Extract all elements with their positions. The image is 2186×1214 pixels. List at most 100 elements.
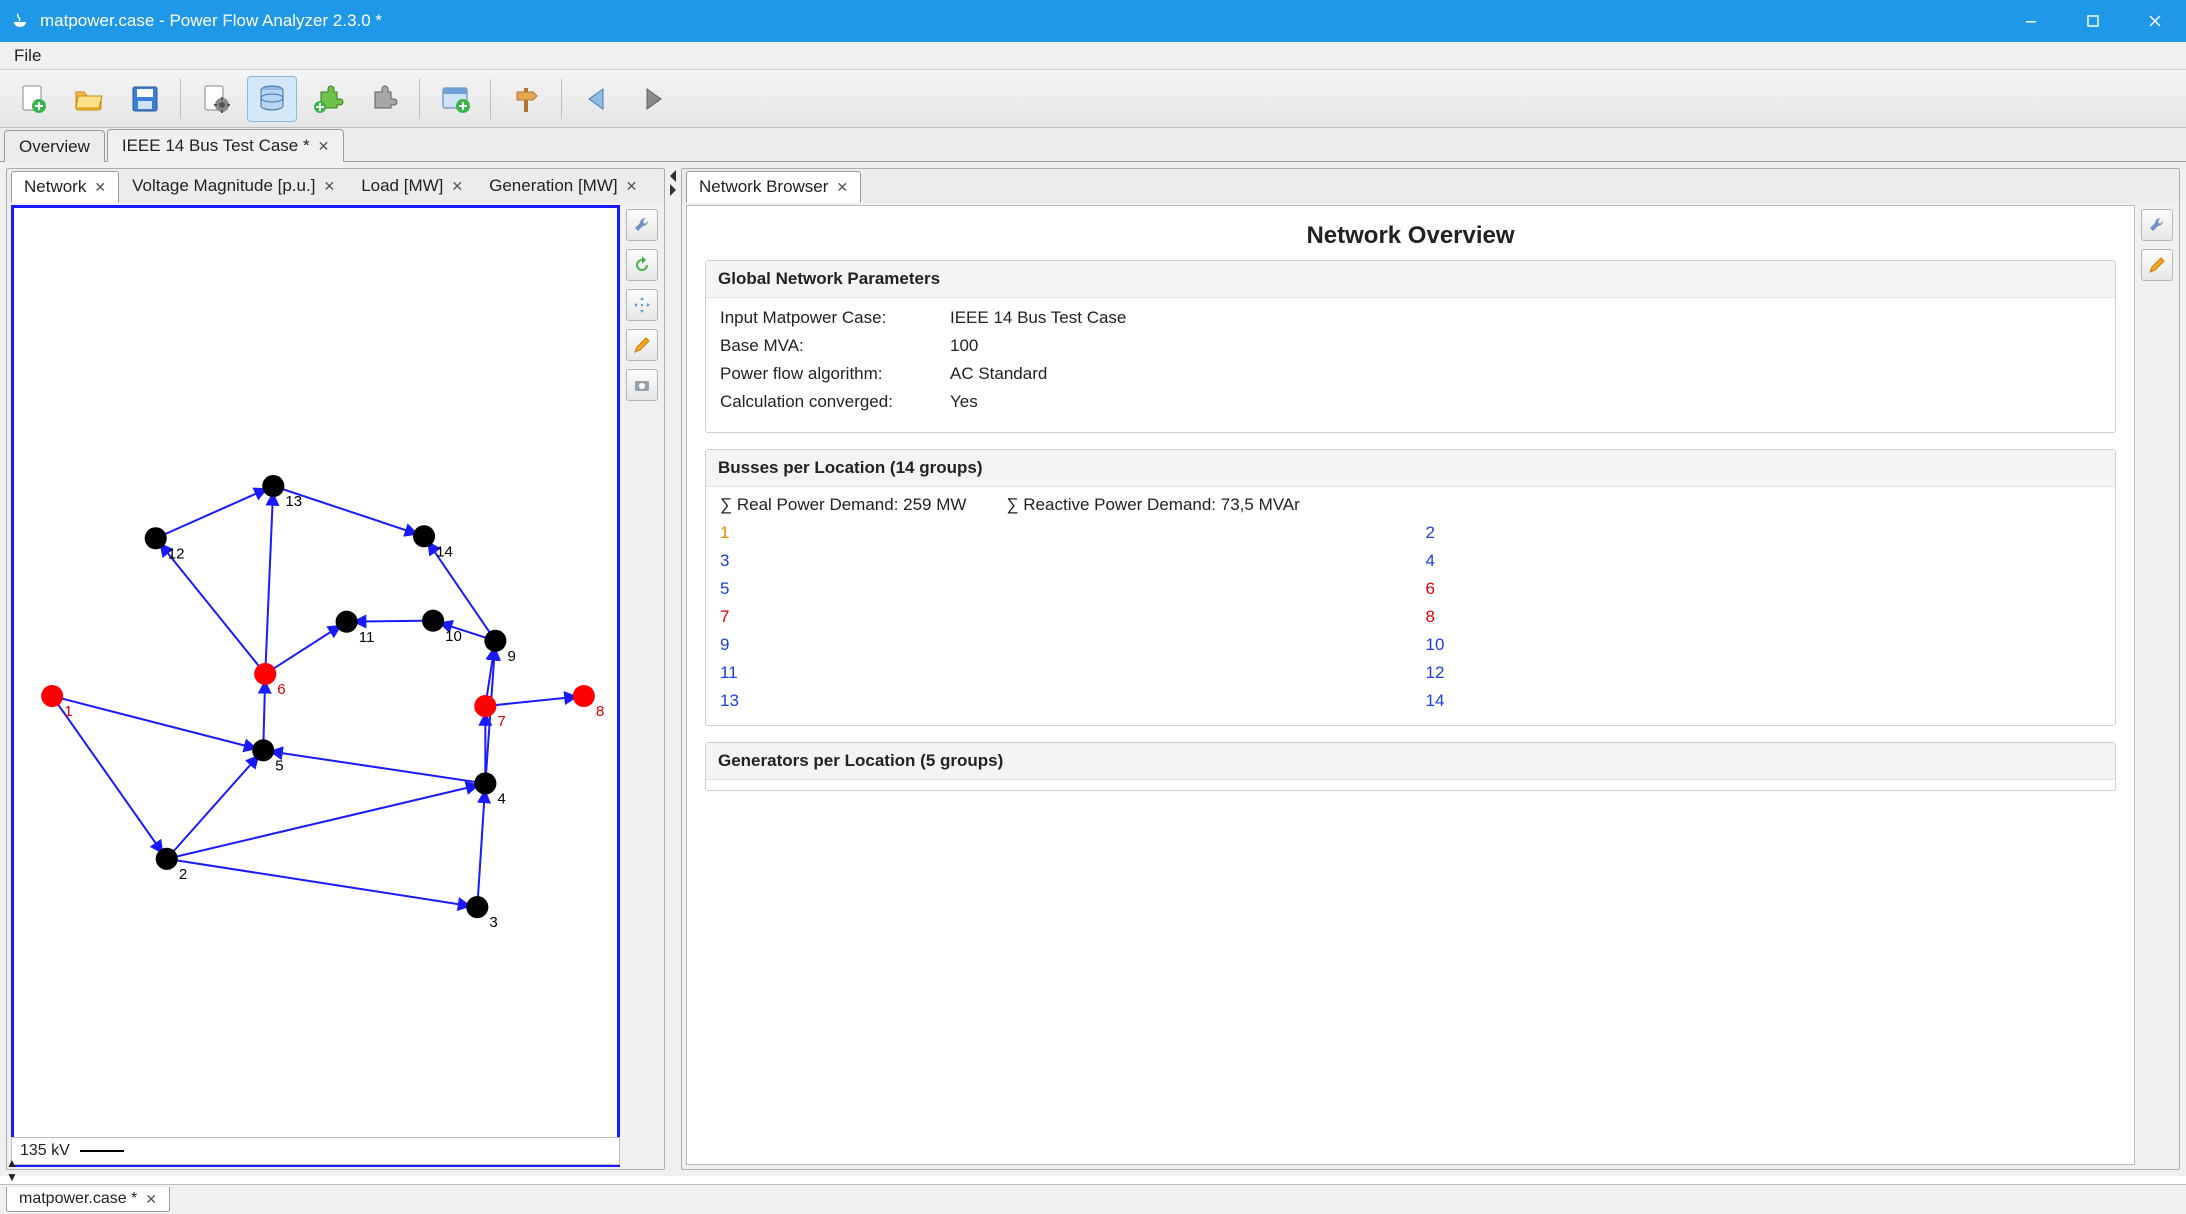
pencil-icon[interactable] (2141, 249, 2173, 281)
camera-icon[interactable] (626, 369, 658, 401)
bus-link-11[interactable]: 11 (720, 663, 1396, 683)
tab-label: matpower.case * (19, 1190, 137, 1208)
nav-forward-button[interactable] (628, 76, 678, 122)
edge-2-3[interactable] (167, 859, 478, 907)
param-value: Yes (950, 392, 2101, 412)
bus-link-8[interactable]: 8 (1426, 607, 2102, 627)
bus-node-11[interactable] (336, 611, 358, 633)
param-value: IEEE 14 Bus Test Case (950, 308, 2101, 328)
wrench-icon[interactable] (2141, 209, 2173, 241)
maximize-button[interactable] (2062, 0, 2124, 42)
right-mini-toolbar (2141, 209, 2175, 281)
pencil-icon[interactable] (626, 329, 658, 361)
inner-tab-network[interactable]: Network ✕ (11, 171, 119, 203)
edge-2-5[interactable] (167, 750, 263, 859)
edge-4-5[interactable] (263, 750, 485, 783)
menu-file[interactable]: File (4, 44, 51, 68)
edge-5-6[interactable] (263, 674, 265, 750)
bus-label-3: 3 (489, 914, 497, 931)
edge-7-8[interactable] (485, 696, 583, 706)
refresh-icon[interactable] (626, 249, 658, 281)
close-icon[interactable]: ✕ (145, 1191, 157, 1208)
bus-node-1[interactable] (41, 685, 63, 707)
edge-10-11[interactable] (347, 621, 433, 622)
window-titlebar: matpower.case - Power Flow Analyzer 2.3.… (0, 0, 2186, 42)
bus-node-2[interactable] (156, 848, 178, 870)
tab-ieee14[interactable]: IEEE 14 Bus Test Case * ✕ (107, 129, 344, 162)
bus-label-6: 6 (277, 681, 285, 698)
edge-6-11[interactable] (265, 622, 346, 674)
inner-tab-network-browser[interactable]: Network Browser ✕ (686, 171, 861, 203)
bus-node-6[interactable] (254, 663, 276, 685)
bus-node-10[interactable] (422, 610, 444, 632)
bus-link-3[interactable]: 3 (720, 551, 1396, 571)
param-label: Input Matpower Case: (720, 308, 940, 328)
bus-node-13[interactable] (262, 475, 284, 497)
bus-link-13[interactable]: 13 (720, 691, 1396, 711)
bus-link-4[interactable]: 4 (1426, 551, 2102, 571)
save-button[interactable] (120, 76, 170, 122)
signpost-button[interactable] (501, 76, 551, 122)
plugin-add-button[interactable] (303, 76, 353, 122)
close-icon[interactable]: ✕ (323, 178, 335, 195)
new-file-button[interactable] (8, 76, 58, 122)
bus-link-1[interactable]: 1 (720, 523, 1396, 543)
bus-link-14[interactable]: 14 (1426, 691, 2102, 711)
edge-6-13[interactable] (265, 486, 273, 674)
browser-pane: Network Browser ✕ Network Overview Globa… (681, 168, 2180, 1170)
section-title: Global Network Parameters (706, 261, 2115, 298)
tab-label: Overview (19, 137, 90, 157)
bus-link-2[interactable]: 2 (1426, 523, 2102, 543)
network-canvas[interactable]: 1234567891011121314 (11, 205, 620, 1167)
run-script-button[interactable] (191, 76, 241, 122)
bus-label-10: 10 (445, 628, 462, 645)
wrench-icon[interactable] (626, 209, 658, 241)
bus-node-8[interactable] (573, 685, 595, 707)
bus-link-7[interactable]: 7 (720, 607, 1396, 627)
open-folder-button[interactable] (64, 76, 114, 122)
splitter[interactable] (669, 168, 677, 1170)
database-button[interactable] (247, 76, 297, 122)
bus-node-5[interactable] (252, 739, 274, 761)
bus-node-7[interactable] (474, 695, 496, 717)
inner-tab-voltage[interactable]: Voltage Magnitude [p.u.] ✕ (119, 170, 348, 202)
browser-body[interactable]: Network Overview Global Network Paramete… (686, 205, 2135, 1165)
move-icon[interactable] (626, 289, 658, 321)
plugin-button[interactable] (359, 76, 409, 122)
bus-label-12: 12 (168, 545, 185, 562)
nav-back-button[interactable] (572, 76, 622, 122)
edge-2-4[interactable] (167, 783, 486, 858)
edge-3-4[interactable] (477, 783, 485, 907)
minimize-button[interactable] (2000, 0, 2062, 42)
bus-label-2: 2 (179, 866, 187, 883)
inner-tab-load[interactable]: Load [MW] ✕ (348, 170, 476, 202)
bus-node-14[interactable] (413, 525, 435, 547)
close-icon[interactable]: ✕ (451, 178, 463, 195)
section-title: Busses per Location (14 groups) (706, 450, 2115, 487)
close-icon[interactable]: ✕ (318, 138, 330, 155)
bus-node-4[interactable] (474, 772, 496, 794)
right-inner-tabs: Network Browser ✕ (682, 169, 2179, 203)
close-button[interactable] (2124, 0, 2186, 42)
bus-link-10[interactable]: 10 (1426, 635, 2102, 655)
close-icon[interactable]: ✕ (94, 179, 106, 196)
toolbar-separator (180, 79, 181, 119)
collapse-handle[interactable]: ▲▼ (6, 1156, 18, 1184)
close-icon[interactable]: ✕ (836, 179, 848, 196)
edge-12-13[interactable] (156, 486, 274, 538)
bus-link-6[interactable]: 6 (1426, 579, 2102, 599)
bus-node-3[interactable] (466, 896, 488, 918)
panel-add-button[interactable] (430, 76, 480, 122)
bus-node-12[interactable] (145, 527, 167, 549)
inner-tab-generation[interactable]: Generation [MW] ✕ (476, 170, 650, 202)
close-icon[interactable]: ✕ (626, 178, 638, 195)
bus-label-13: 13 (285, 493, 302, 510)
footer-tab-matpower[interactable]: matpower.case * ✕ (6, 1187, 170, 1212)
tab-overview[interactable]: Overview (4, 130, 105, 162)
bus-node-9[interactable] (484, 630, 506, 652)
bus-link-12[interactable]: 12 (1426, 663, 2102, 683)
bus-link-9[interactable]: 9 (720, 635, 1396, 655)
legend-line-icon (80, 1150, 124, 1152)
param-label: Power flow algorithm: (720, 364, 940, 384)
bus-link-5[interactable]: 5 (720, 579, 1396, 599)
